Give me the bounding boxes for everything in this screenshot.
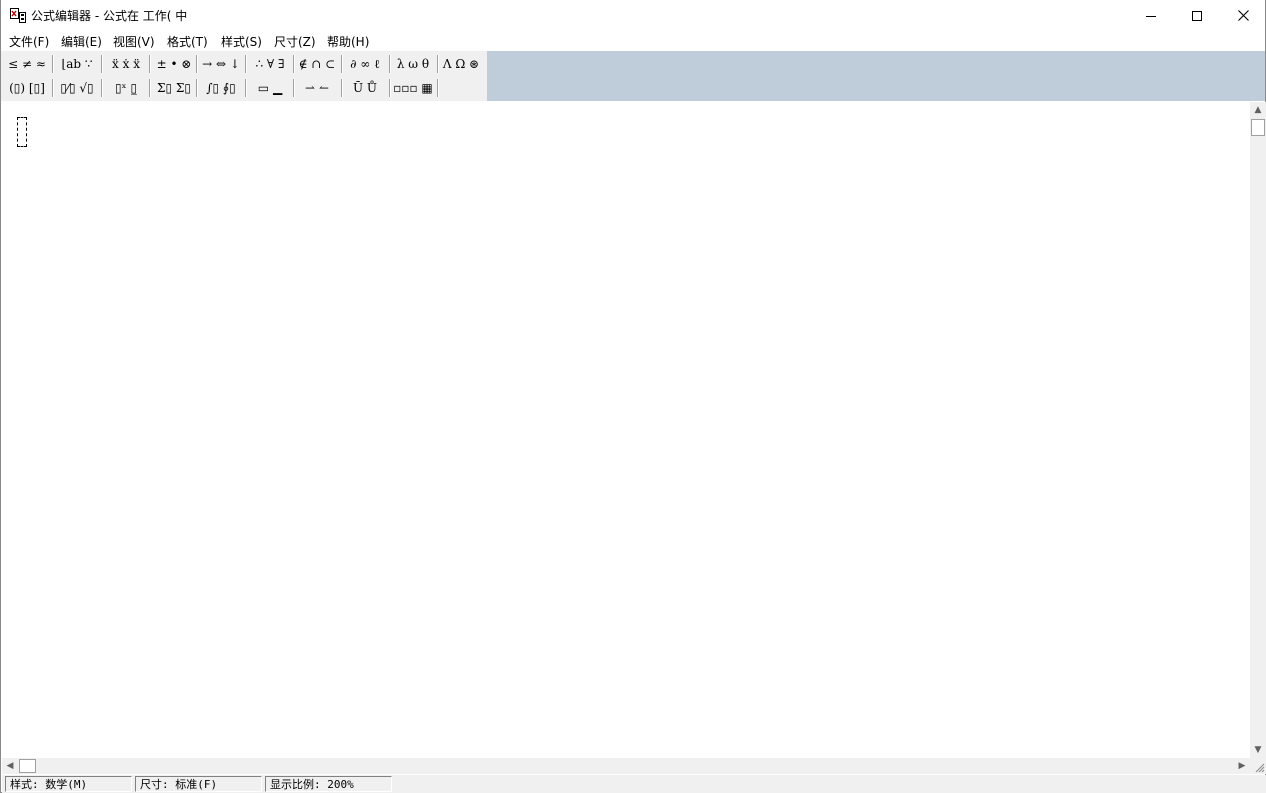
- equation-editor-app-icon: [10, 8, 26, 23]
- scroll-right-arrow-icon[interactable]: ▶: [1234, 758, 1250, 774]
- maximize-icon: [1192, 10, 1202, 21]
- logical-symbols-button[interactable]: ∴ ∀ ∃: [249, 53, 291, 75]
- toolbar-separator: [293, 79, 295, 97]
- menu-format[interactable]: 格式(T): [167, 33, 208, 50]
- menu-edit[interactable]: 编辑(E): [61, 33, 102, 50]
- vertical-scrollbar[interactable]: ▲ ▼: [1250, 102, 1266, 758]
- size-grip-icon[interactable]: [1250, 758, 1266, 774]
- toolbar-separator: [245, 55, 247, 73]
- equation-editing-area[interactable]: [2, 102, 1250, 758]
- toolbar-separator: [389, 55, 391, 73]
- status-zoom: 显示比例: 200%: [265, 776, 392, 792]
- toolbar-separator: [437, 79, 439, 97]
- scroll-left-arrow-icon[interactable]: ◀: [2, 758, 18, 774]
- toolbar-separator: [389, 79, 391, 97]
- fraction-radical-templates-button[interactable]: ▯⁄▯ √▯: [56, 77, 98, 99]
- toolbar-separator: [196, 55, 198, 73]
- spaces-ellipses-button[interactable]: ⌊ab ∵: [56, 53, 98, 75]
- maximize-button[interactable]: [1174, 0, 1220, 31]
- scroll-down-arrow-icon[interactable]: ▼: [1250, 742, 1266, 758]
- toolbar-separator: [293, 55, 295, 73]
- symbol-palette-row: ≤ ≠ ≈ ⌊ab ∵ ẍ ẋ ẍ ± • ⊗ → ⇔ ↓ ∴ ∀ ∃ ∉ ∩ …: [1, 52, 487, 76]
- toolbar-separator: [437, 55, 439, 73]
- template-palette-row: (▯) [▯] ▯⁄▯ √▯ ▯ˣ ▯̲ Σ▯ Σ▯ ∫▯ ∮▯ ▭ ▁ ⇀ ↼…: [1, 76, 487, 100]
- menu-bar: 文件(F) 编辑(E) 视图(V) 格式(T) 样式(S) 尺寸(Z) 帮助(H…: [1, 31, 1265, 50]
- toolbar-separator: [341, 55, 343, 73]
- menu-style[interactable]: 样式(S): [221, 33, 262, 50]
- scroll-up-arrow-icon[interactable]: ▲: [1250, 102, 1266, 118]
- toolbar-separator: [196, 79, 198, 97]
- toolbar-separator: [101, 55, 103, 73]
- toolbar-separator: [101, 79, 103, 97]
- misc-symbols-button[interactable]: ∂ ∞ ℓ: [344, 53, 386, 75]
- close-button[interactable]: [1220, 0, 1266, 31]
- matrix-templates-button[interactable]: ▫▫▫ ▦: [392, 77, 434, 99]
- toolbar-separator: [341, 79, 343, 97]
- toolbar-separator: [245, 79, 247, 97]
- toolbar-separator: [52, 55, 54, 73]
- menu-size[interactable]: 尺寸(Z): [274, 33, 316, 50]
- status-style: 样式: 数学(M): [5, 776, 132, 792]
- horizontal-scrollbar[interactable]: ◀ ▶: [2, 758, 1250, 774]
- vertical-scroll-thumb[interactable]: [1251, 119, 1265, 136]
- status-bar: 样式: 数学(M) 尺寸: 标准(F) 显示比例: 200%: [2, 775, 1266, 793]
- labeled-arrow-templates-button[interactable]: ⇀ ↼: [296, 77, 338, 99]
- subscript-superscript-templates-button[interactable]: ▯ˣ ▯̲: [105, 77, 147, 99]
- minimize-icon: [1146, 15, 1156, 17]
- toolbar-area: ≤ ≠ ≈ ⌊ab ∵ ẍ ẋ ẍ ± • ⊗ → ⇔ ↓ ∴ ∀ ∃ ∉ ∩ …: [1, 51, 1265, 101]
- horizontal-scroll-thumb[interactable]: [19, 759, 36, 773]
- menu-help[interactable]: 帮助(H): [327, 33, 369, 50]
- underbar-overbar-templates-button[interactable]: ▭ ▁: [249, 77, 291, 99]
- set-theory-symbols-button[interactable]: ∉ ∩ ⊂: [296, 53, 338, 75]
- arrow-symbols-button[interactable]: → ⇔ ↓: [199, 53, 243, 75]
- resize-grip-icon: [1255, 763, 1265, 773]
- relational-symbols-button[interactable]: ≤ ≠ ≈: [6, 53, 48, 75]
- fence-templates-button[interactable]: (▯) [▯]: [6, 77, 48, 99]
- empty-input-slot[interactable]: [17, 117, 27, 147]
- toolbar-separator: [52, 79, 54, 97]
- toolbar-separator: [149, 79, 151, 97]
- status-size: 尺寸: 标准(F): [135, 776, 262, 792]
- equation-toolbar: ≤ ≠ ≈ ⌊ab ∵ ẍ ẋ ẍ ± • ⊗ → ⇔ ↓ ∴ ∀ ∃ ∉ ∩ …: [1, 51, 487, 101]
- integral-templates-button[interactable]: ∫▯ ∮▯: [199, 77, 243, 99]
- menu-view[interactable]: 视图(V): [113, 33, 155, 50]
- window-title: 公式编辑器 - 公式在 工作( 中: [31, 9, 188, 23]
- title-bar: 公式编辑器 - 公式在 工作( 中: [1, 0, 1265, 31]
- greek-lowercase-button[interactable]: λ ω θ: [392, 53, 434, 75]
- minimize-button[interactable]: [1128, 0, 1174, 31]
- products-set-theory-templates-button[interactable]: Ū Ů: [344, 77, 386, 99]
- embellishments-button[interactable]: ẍ ẋ ẍ: [105, 53, 147, 75]
- close-icon: [1237, 10, 1249, 21]
- greek-uppercase-button[interactable]: Λ Ω ⊛: [440, 53, 482, 75]
- menu-file[interactable]: 文件(F): [9, 33, 49, 50]
- toolbar-separator: [149, 55, 151, 73]
- operator-symbols-button[interactable]: ± • ⊗: [153, 53, 195, 75]
- equation-editor-window: 公式编辑器 - 公式在 工作( 中 文件(F) 编辑(E) 视图(V) 格式(T…: [0, 0, 1266, 793]
- summation-templates-button[interactable]: Σ▯ Σ▯: [153, 77, 195, 99]
